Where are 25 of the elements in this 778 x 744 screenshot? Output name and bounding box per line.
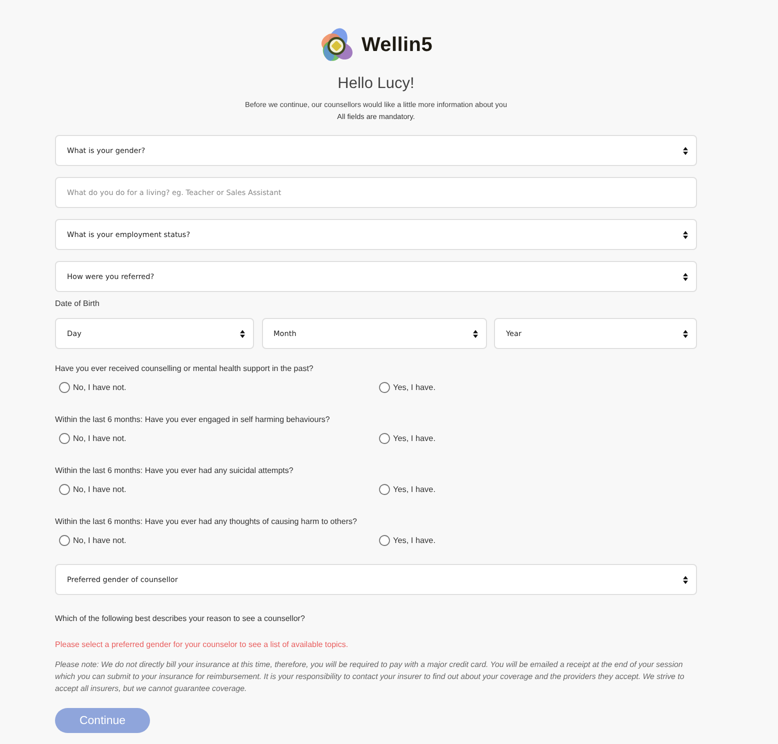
logo-icon bbox=[319, 27, 354, 64]
radio-option[interactable]: Yes, I have. bbox=[379, 534, 436, 546]
question-text: Within the last 6 months: Have you ever had any thoughts of causing harm to others? bbox=[55, 516, 358, 528]
radio-option[interactable]: Yes, I have. bbox=[379, 432, 436, 444]
up-down-caret-icon bbox=[683, 330, 688, 338]
up-down-caret-icon bbox=[683, 146, 688, 154]
up-down-caret-icon bbox=[683, 272, 688, 280]
question-text: Within the last 6 months: Have you ever engaged in self harming behaviours? bbox=[55, 414, 331, 426]
date-of-birth-label: Date of Birth bbox=[55, 298, 100, 310]
question-text: Have you ever received counselling or mental health support in the past? bbox=[55, 363, 314, 375]
radio-option[interactable]: No, I have not. bbox=[59, 381, 126, 393]
radio-option[interactable]: No, I have not. bbox=[59, 483, 126, 495]
up-down-caret-icon bbox=[472, 330, 478, 338]
radio-option[interactable]: Yes, I have. bbox=[379, 483, 436, 495]
logo-wordmark: Wellin5 bbox=[361, 34, 433, 57]
radio-option[interactable]: Yes, I have. bbox=[379, 381, 436, 393]
greeting-heading: Hello Lucy! bbox=[336, 74, 416, 94]
question-text: Within the last 6 months: Have you ever had any suicidal attempts? bbox=[55, 465, 294, 477]
up-down-caret-icon bbox=[683, 576, 688, 584]
radio-option[interactable]: No, I have not. bbox=[59, 432, 126, 444]
radio-option[interactable]: No, I have not. bbox=[59, 534, 126, 546]
up-down-caret-icon bbox=[683, 230, 688, 238]
question-text: Which of the following best describes your reason to see a counsellor? bbox=[55, 613, 306, 625]
up-down-caret-icon bbox=[240, 330, 245, 338]
error-message: Please select a preferred gender for your counselor to see a list of available topics. bbox=[55, 639, 350, 651]
